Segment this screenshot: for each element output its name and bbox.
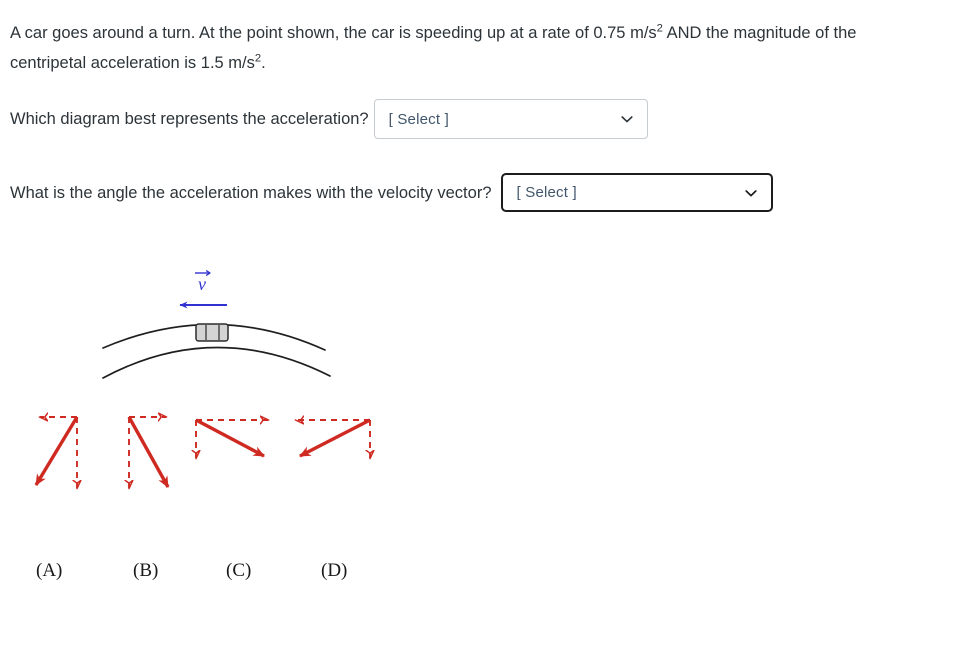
- acceleration-figure: v (A) (B) (C) (D): [0, 250, 430, 610]
- angle-select[interactable]: [ Select ]: [500, 173, 773, 212]
- option-label-c: (C): [226, 560, 252, 581]
- diagram-question-row: Which diagram best represents the accele…: [10, 99, 648, 139]
- question-stem: A car goes around a turn. At the point s…: [10, 18, 890, 78]
- road-outer-arc: [102, 346, 331, 379]
- option-d-resultant-vector: [299, 418, 371, 458]
- diagram-question-label: Which diagram best represents the accele…: [10, 110, 369, 128]
- angle-select-value: [ Select ]: [516, 184, 577, 201]
- chevron-down-icon: [620, 112, 634, 126]
- option-labels: (A) (B) (C) (D): [0, 560, 430, 600]
- option-c-diagram: [196, 420, 268, 458]
- question-stem-text-1: A car goes around a turn. At the point s…: [10, 24, 657, 42]
- angle-question-row: What is the angle the acceleration makes…: [10, 173, 773, 212]
- velocity-label: v: [198, 274, 206, 294]
- diagram-select-value: [ Select ]: [388, 110, 449, 128]
- option-c-resultant-vector: [195, 418, 265, 458]
- option-b-diagram: [127, 416, 170, 488]
- angle-question-label: What is the angle the acceleration makes…: [10, 183, 492, 202]
- figure-svg: v: [34, 270, 430, 550]
- car-icon: [195, 323, 229, 342]
- velocity-vector: v: [179, 270, 227, 309]
- option-b-resultant-vector: [127, 416, 170, 488]
- option-label-d: (D): [321, 560, 348, 581]
- option-a-resultant-vector: [34, 416, 79, 486]
- option-d-diagram: [296, 420, 370, 458]
- diagram-select[interactable]: [ Select ]: [373, 99, 648, 139]
- option-label-a: (A): [36, 560, 63, 581]
- option-label-b: (B): [133, 560, 159, 581]
- option-a-diagram: [34, 416, 79, 488]
- chevron-down-icon: [744, 186, 758, 200]
- question-stem-text-3: .: [261, 54, 266, 72]
